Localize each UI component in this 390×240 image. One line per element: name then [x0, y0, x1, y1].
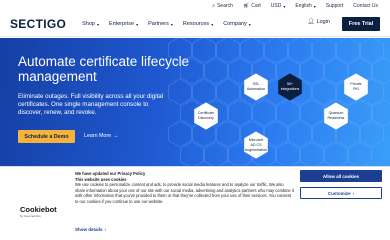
user-icon: 👤︎ [307, 19, 315, 25]
chevron-down-icon: ▾ [211, 21, 214, 27]
nav-item-shop[interactable]: Shop ▾ [82, 21, 99, 27]
hero-subtitle: Eliminate outages. Full visibility acros… [18, 93, 164, 116]
chevron-down-icon: ▾ [313, 3, 316, 9]
hex-adcs-augmentation: Microsoft AD CS Augmentation [244, 131, 268, 159]
customize-label: Customize [327, 190, 351, 196]
hex-label-line: AD CS [251, 143, 263, 147]
hex-label-line: SSL [253, 82, 260, 86]
learn-more-label: Learn More [84, 133, 112, 139]
search-icon: ⌕ [212, 3, 216, 9]
currency-label: USD [270, 3, 282, 9]
hero-section: Automate certificate lifecycle managemen… [0, 38, 390, 166]
hexagon-graphic: SSL Automation 50+ integrations Private … [168, 38, 390, 166]
nav-item-label: Partners [148, 21, 169, 27]
cart-link[interactable]: 🛒︎ Cart [243, 3, 261, 9]
hex-label-line: Augmentation [245, 148, 267, 152]
nav-menu: Shop ▾ Enterprise ▾ Partners ▾ Resources… [82, 21, 251, 27]
allow-all-cookies-button[interactable]: Allow all cookies [300, 170, 382, 182]
cookie-body: We use cookies to personalize content an… [75, 182, 294, 204]
cart-icon: 🛒︎ [242, 3, 250, 9]
nav-item-company[interactable]: Company ▾ [223, 21, 251, 27]
hex-label-line: Automation [247, 87, 265, 91]
support-link[interactable]: Support [326, 3, 344, 9]
chevron-right-icon: › [104, 227, 107, 232]
cookiebot-logo: Cookiebot by Usercentrics [20, 206, 57, 220]
customize-button[interactable]: Customize › [300, 187, 382, 199]
hex-private-pki: Private PKI [344, 73, 368, 101]
login-label: Login [316, 19, 330, 25]
show-details-link[interactable]: Show details › [75, 227, 106, 232]
free-trial-button[interactable]: Free Trial [342, 17, 380, 31]
logo-text: SECTIGO [10, 17, 67, 31]
cookie-consent-banner: Cookiebot by Usercentrics We have update… [0, 166, 390, 240]
language-label: English [295, 3, 312, 9]
contact-label: Contact Us [353, 3, 378, 9]
contact-link[interactable]: Contact Us [353, 3, 378, 9]
nav-item-partners[interactable]: Partners ▾ [148, 21, 173, 27]
chevron-down-icon: ▾ [96, 21, 99, 27]
nav-item-resources[interactable]: Resources ▾ [183, 21, 213, 27]
hex-label-line: Readiness [328, 116, 345, 120]
nav-item-enterprise[interactable]: Enterprise ▾ [109, 21, 138, 27]
nav-item-label: Resources [182, 21, 210, 27]
hex-label-line: integrations [281, 87, 300, 91]
hex-label-line: Quantum [329, 111, 344, 115]
nav-item-label: Shop [82, 21, 95, 27]
chevron-down-icon: ▾ [283, 3, 286, 9]
hex-grid [168, 38, 390, 166]
hex-label-line: Private [350, 82, 361, 86]
language-selector[interactable]: English ▾ [295, 3, 315, 9]
arrow-right-icon: → [113, 133, 119, 139]
hex-label-line: Certificate [198, 111, 214, 115]
support-label: Support [325, 3, 344, 9]
chevron-down-icon: ▾ [170, 21, 173, 27]
hex-certificate-discovery: Certificate Discovery [194, 102, 218, 130]
search-link[interactable]: ⌕ Search [212, 3, 233, 9]
schedule-demo-button[interactable]: Schedule a Demo [18, 130, 75, 143]
hex-quantum-readiness: Quantum Readiness [324, 102, 348, 130]
sectigo-logo[interactable]: SECTIGO [10, 17, 66, 31]
cookiebot-brand-sub: by Usercentrics [20, 214, 41, 218]
chevron-down-icon: ▾ [248, 21, 251, 27]
cookie-text: We have updated our Privacy Policy This … [75, 171, 295, 205]
show-details-label: Show details [75, 227, 103, 232]
chevron-down-icon: ▾ [136, 21, 139, 27]
hex-label-line: 50+ [287, 82, 293, 86]
nav-item-label: Company [223, 21, 247, 27]
hex-label-line: Discovery [198, 116, 214, 120]
hex-integrations: 50+ integrations [278, 73, 302, 101]
login-link[interactable]: 👤︎ Login [308, 19, 330, 25]
nav-item-label: Enterprise [108, 21, 135, 27]
utility-bar: ⌕ Search 🛒︎ Cart USD ▾ English ▾ Support… [0, 0, 390, 12]
main-nav: SECTIGO Shop ▾ Enterprise ▾ Partners ▾ R… [0, 12, 390, 37]
cart-label: Cart [251, 3, 261, 9]
currency-selector[interactable]: USD ▾ [271, 3, 286, 9]
hex-label-line: Microsoft [249, 138, 264, 142]
hex-label-line: PKI [353, 87, 359, 91]
hex-ssl-automation: SSL Automation [244, 73, 268, 101]
search-label: Search [217, 3, 233, 9]
chevron-right-icon: › [352, 190, 355, 196]
learn-more-link[interactable]: Learn More → [84, 133, 118, 139]
